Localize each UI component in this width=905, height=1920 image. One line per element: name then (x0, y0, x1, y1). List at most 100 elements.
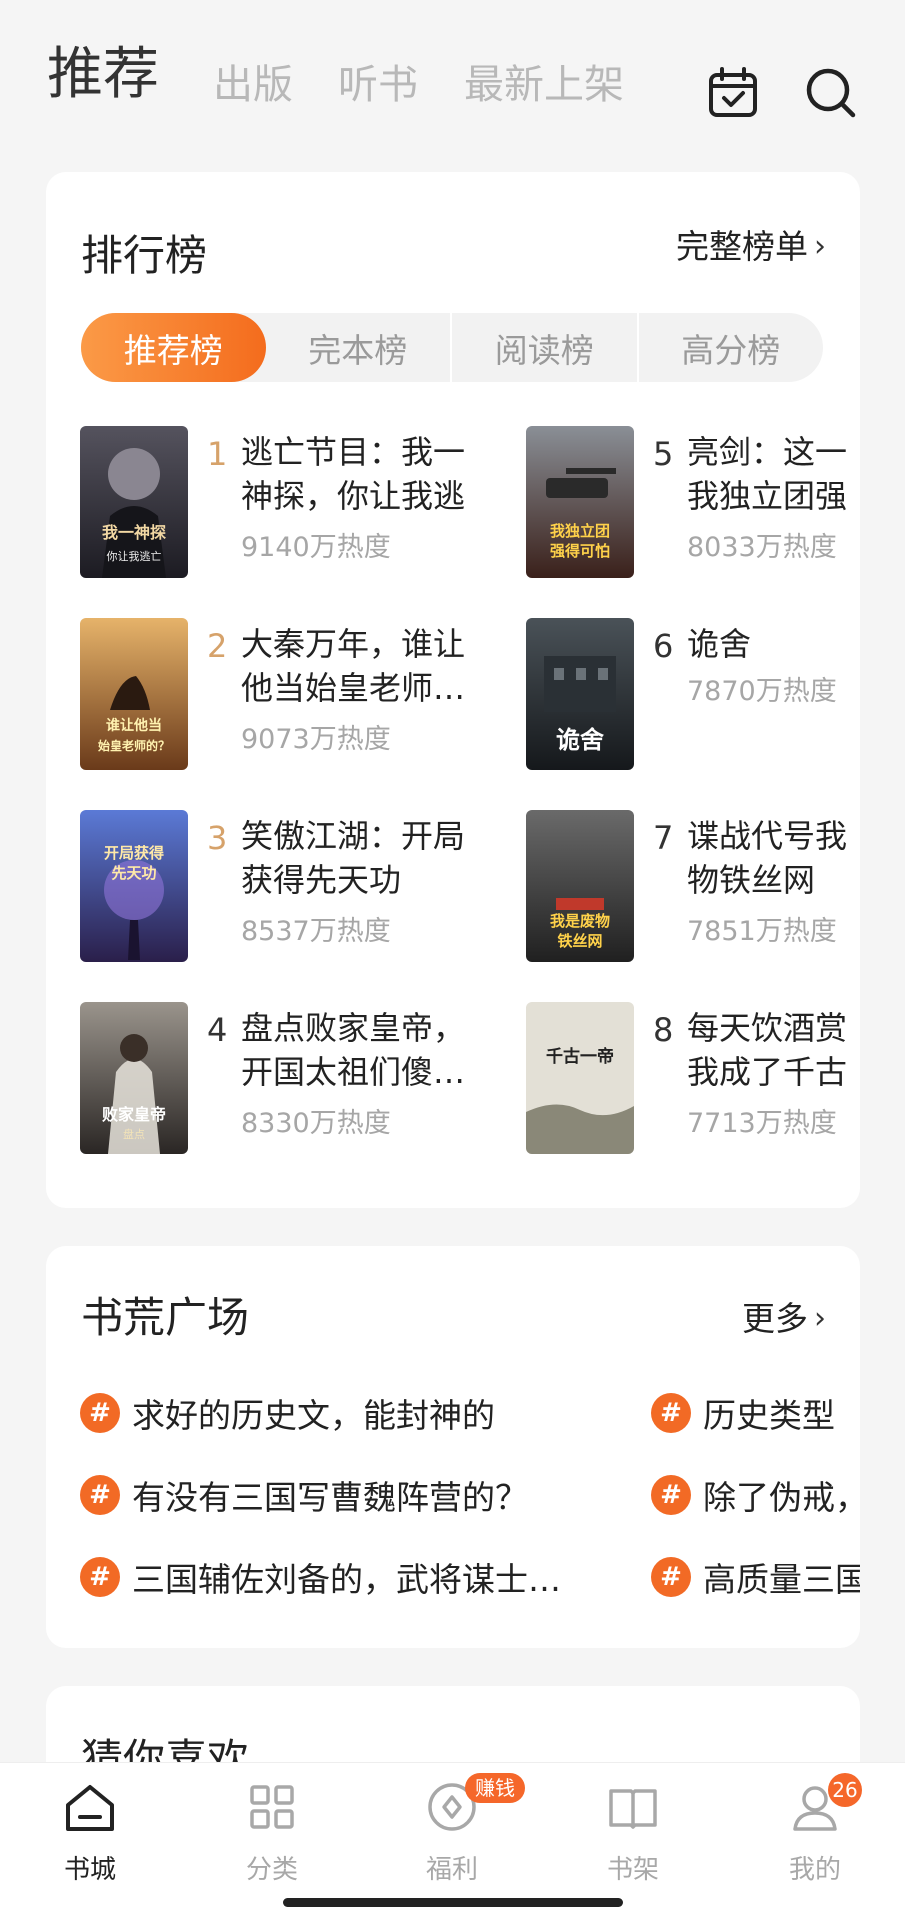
svg-text:先天功: 先天功 (111, 864, 156, 882)
home-indicator[interactable] (283, 1898, 623, 1907)
svg-text:我是废物: 我是废物 (550, 912, 610, 930)
full-ranking-label: 完整榜单 (676, 227, 808, 266)
svg-text:我独立团: 我独立团 (550, 522, 610, 540)
ranking-book-6[interactable]: 诡舍 6 诡舍 7870万热度 (526, 618, 860, 778)
ranking-card: 排行榜 完整榜单 › 推荐榜 完本榜 阅读榜 高分榜 我一神探 你让我逃亡 1 … (46, 172, 860, 1208)
topic-item[interactable]: # 求好的历史文，能封神的 (80, 1388, 495, 1438)
book-square-title: 书荒广场 (81, 1293, 250, 1342)
nav-bookstore[interactable]: 书城 (35, 1779, 145, 1889)
topic-item[interactable]: # 三国辅佐刘备的，武将谋士… (80, 1552, 561, 1602)
chevron-right-icon: › (814, 229, 826, 264)
svg-text:铁丝网: 铁丝网 (557, 932, 602, 950)
nav-label: 我的 (788, 1855, 841, 1885)
book-heat: 9073万热度 (241, 724, 391, 755)
svg-text:开局获得: 开局获得 (104, 844, 164, 862)
nav-bookshelf[interactable]: 书架 (578, 1779, 688, 1889)
nav-label: 书城 (63, 1855, 116, 1885)
svg-text:诡舍: 诡舍 (556, 726, 605, 754)
more-link[interactable]: 更多 › (742, 1296, 826, 1342)
bottom-navigation: 书城 分类 赚钱 福利 书架 26 我的 (0, 1762, 905, 1920)
search-icon[interactable] (803, 65, 859, 121)
book-title-line1: 盘点败家皇帝， (241, 1009, 466, 1047)
hashtag-icon: # (651, 1557, 691, 1597)
open-book-icon (605, 1779, 661, 1835)
tab-high-score-ranking[interactable]: 高分榜 (639, 313, 824, 382)
nav-label: 书架 (606, 1855, 659, 1885)
topic-item[interactable]: # 有没有三国写曹魏阵营的？ (80, 1470, 528, 1520)
ranking-book-7[interactable]: 我是废物 铁丝网 7 谍战代号我 物铁丝网 7851万热度 (526, 810, 860, 970)
tab-completed-ranking[interactable]: 完本榜 (266, 313, 452, 382)
svg-text:你让我逃亡: 你让我逃亡 (107, 549, 162, 563)
grid-icon (244, 1779, 300, 1835)
ranking-book-3[interactable]: 开局获得 先天功 3 笑傲江湖：开局 获得先天功 8537万热度 (80, 810, 520, 970)
home-icon (62, 1779, 118, 1835)
book-title-line1: 每天饮酒赏 (687, 1009, 848, 1047)
ranking-book-1[interactable]: 我一神探 你让我逃亡 1 逃亡节目：我一 神探，你让我逃 9140万热度 (80, 426, 520, 586)
book-heat: 8330万热度 (241, 1108, 391, 1139)
tab-recommend-ranking[interactable]: 推荐榜 (81, 313, 266, 382)
notification-count-badge: 26 (828, 1773, 862, 1807)
full-ranking-link[interactable]: 完整榜单 › (676, 224, 826, 270)
rank-number: 4 (207, 1011, 228, 1049)
tab-audiobook[interactable]: 听书 (338, 58, 418, 112)
svg-text:败家皇帝: 败家皇帝 (102, 1105, 166, 1124)
book-cover: 败家皇帝 盘点 (80, 1002, 188, 1154)
more-label: 更多 (742, 1299, 808, 1338)
topic-text: 高质量三国 (703, 1560, 860, 1599)
ranking-book-8[interactable]: 千古一帝 8 每天饮酒赏 我成了千古 7713万热度 (526, 1002, 860, 1162)
tab-publish[interactable]: 出版 (213, 58, 293, 112)
topic-item[interactable]: # 历史类型 (651, 1388, 835, 1438)
book-cover: 谁让他当 始皇老师的？ (80, 618, 188, 770)
book-title-line1: 谍战代号我 (687, 817, 848, 855)
svg-text:千古一帝: 千古一帝 (546, 1046, 614, 1067)
book-title-line2: 获得先天功 (241, 861, 402, 899)
book-heat: 9140万热度 (241, 532, 391, 563)
book-cover: 我是废物 铁丝网 (526, 810, 634, 962)
top-navigation: 推荐 出版 听书 最新上架 (0, 0, 905, 160)
hashtag-icon: # (80, 1557, 120, 1597)
ranking-title: 排行榜 (81, 231, 208, 280)
book-square-card: 书荒广场 更多 › # 求好的历史文，能封神的 # 有没有三国写曹魏阵营的？ #… (46, 1246, 860, 1648)
book-title-line2: 开国太祖们傻… (241, 1053, 466, 1091)
book-cover: 千古一帝 (526, 1002, 634, 1154)
topic-item[interactable]: # 高质量三国 (651, 1552, 860, 1602)
rank-number: 1 (207, 435, 228, 473)
book-title-line1: 逃亡节目：我一 (241, 433, 466, 471)
nav-label: 福利 (425, 1855, 478, 1885)
hashtag-icon: # (651, 1475, 691, 1515)
rank-number: 2 (207, 627, 228, 665)
book-title-line2: 我成了千古 (687, 1053, 848, 1091)
book-title-line1: 大秦万年，谁让 (241, 625, 466, 663)
book-title-line2: 他当始皇老师… (241, 669, 466, 707)
nav-profile[interactable]: 26 我的 (760, 1773, 870, 1889)
svg-text:谁让他当: 谁让他当 (106, 717, 162, 734)
rank-number: 7 (653, 819, 674, 857)
hashtag-icon: # (651, 1393, 691, 1433)
tab-recommend[interactable]: 推荐 (47, 40, 159, 110)
book-title-line2: 我独立团强 (687, 477, 848, 515)
svg-text:我一神探: 我一神探 (102, 523, 166, 542)
topic-item[interactable]: # 除了伪戒， (651, 1470, 860, 1520)
hashtag-icon: # (80, 1475, 120, 1515)
ranking-book-2[interactable]: 谁让他当 始皇老师的？ 2 大秦万年，谁让 他当始皇老师… 9073万热度 (80, 618, 520, 778)
nav-category[interactable]: 分类 (217, 1779, 327, 1889)
calendar-check-icon[interactable] (705, 65, 761, 121)
earn-money-badge: 赚钱 (465, 1773, 525, 1803)
tab-reading-ranking[interactable]: 阅读榜 (452, 313, 639, 382)
topic-text: 历史类型 (703, 1396, 835, 1435)
svg-text:强得可怕: 强得可怕 (550, 542, 610, 560)
svg-text:盘点: 盘点 (123, 1127, 145, 1141)
tab-new-releases[interactable]: 最新上架 (464, 58, 624, 112)
nav-welfare[interactable]: 赚钱 福利 (397, 1773, 525, 1889)
book-title-line1: 笑傲江湖：开局 (241, 817, 466, 855)
book-title-line2: 神探，你让我逃 (241, 477, 466, 515)
ranking-book-5[interactable]: 我独立团 强得可怕 5 亮剑：这一 我独立团强 8033万热度 (526, 426, 860, 586)
nav-label: 分类 (245, 1855, 298, 1885)
book-title-line2: 物铁丝网 (687, 861, 816, 899)
rank-number: 6 (653, 627, 674, 665)
chevron-right-icon: › (814, 1301, 826, 1336)
book-cover: 我独立团 强得可怕 (526, 426, 634, 578)
ranking-book-4[interactable]: 败家皇帝 盘点 4 盘点败家皇帝， 开国太祖们傻… 8330万热度 (80, 1002, 520, 1162)
book-title-line1: 诡舍 (687, 625, 752, 663)
book-heat: 8033万热度 (687, 532, 837, 563)
